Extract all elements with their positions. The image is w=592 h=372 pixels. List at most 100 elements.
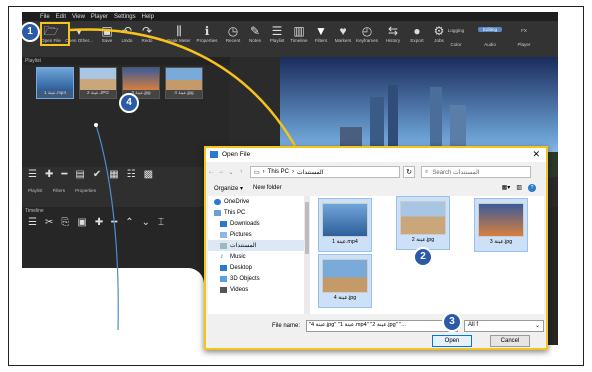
- search-input[interactable]: ⌕ Search المستندات: [421, 166, 531, 178]
- refresh-icon[interactable]: ↻: [403, 166, 415, 178]
- video-icon: [220, 286, 227, 293]
- mode-logging[interactable]: Logging: [444, 28, 468, 33]
- pc-icon: [214, 209, 221, 216]
- path-box[interactable]: ▭ › This PC › المستندات: [250, 166, 400, 178]
- tab-filters[interactable]: Filters: [53, 188, 66, 193]
- nav-music[interactable]: ♪ Music: [208, 251, 304, 262]
- mode-player[interactable]: Player: [512, 42, 536, 47]
- chevron-down-icon: ⌄: [534, 323, 540, 329]
- nav-videos[interactable]: Videos: [208, 284, 304, 295]
- chevron-down-icon[interactable]: ⌄: [226, 169, 236, 176]
- nav-downloads[interactable]: Downloads: [208, 218, 304, 229]
- menu-player[interactable]: Player: [91, 14, 108, 20]
- dialog-titlebar: Open File ✕: [206, 148, 546, 162]
- update-icon[interactable]: ▤: [75, 169, 84, 180]
- step-badge-3: 3: [442, 312, 462, 332]
- cut-icon[interactable]: ✂: [45, 217, 53, 228]
- remove-icon[interactable]: ━: [61, 169, 67, 180]
- image-thumbnail: [322, 259, 368, 293]
- playlist-title: Playlist: [22, 57, 230, 65]
- menu-icon[interactable]: ☰: [28, 169, 37, 180]
- app-icon: [210, 151, 218, 158]
- details-view-icon[interactable]: ▦: [109, 169, 118, 180]
- pictures-icon: [220, 231, 227, 238]
- file-type-select[interactable]: All f ⌄: [464, 320, 544, 332]
- remove-icon[interactable]: ━: [111, 217, 117, 228]
- organize-button[interactable]: Organize ▾: [214, 185, 243, 192]
- navigation-pane: OneDrive This PC Downloads Pictures المس…: [208, 196, 304, 314]
- menu-help[interactable]: Help: [142, 14, 154, 20]
- copy-icon[interactable]: ⎘: [61, 217, 69, 228]
- playlist-item[interactable]: 2 عينة.JPG: [79, 67, 117, 99]
- cube-icon: [220, 275, 227, 282]
- nav-pictures[interactable]: Pictures: [208, 229, 304, 240]
- clip-thumbnail: [80, 68, 116, 90]
- mode-fx[interactable]: FX: [512, 28, 536, 33]
- mode-editing[interactable]: Editing: [478, 27, 502, 32]
- preview-pane-icon[interactable]: ▥: [516, 184, 522, 192]
- file-name-input[interactable]: "4 عينة.jpg" "1 عينة.mp4" "2 عينة.jpg" "…: [306, 320, 458, 332]
- tab-properties[interactable]: Properties: [75, 188, 96, 193]
- view-options-icon[interactable]: ▦▾: [502, 184, 511, 192]
- nav-this-pc[interactable]: This PC: [208, 207, 304, 218]
- cancel-button[interactable]: Cancel: [490, 335, 530, 347]
- menu-icon[interactable]: ☰: [28, 217, 37, 228]
- nav-documents[interactable]: المستندات: [208, 240, 304, 251]
- open-file-highlight: [40, 22, 70, 46]
- peak-meter-icon: ⫼: [176, 24, 182, 38]
- peak-meter-button[interactable]: ⫼ Peak Meter: [164, 24, 194, 43]
- nav-onedrive[interactable]: OneDrive: [208, 196, 304, 207]
- command-bar: Organize ▾ New folder ▦▾ ▥ ?: [206, 182, 546, 194]
- paste-icon[interactable]: ▣: [77, 217, 86, 228]
- step-badge-1: 1: [20, 22, 40, 42]
- split-icon[interactable]: ⌶: [158, 217, 164, 228]
- download-icon: [220, 220, 227, 227]
- clip-thumbnail: [37, 68, 73, 90]
- list-view-icon[interactable]: ☷: [127, 169, 136, 180]
- cloud-icon: [214, 198, 221, 205]
- append-icon[interactable]: ✚: [95, 217, 103, 228]
- nav-desktop[interactable]: Desktop: [208, 262, 304, 273]
- forward-icon[interactable]: →: [216, 169, 226, 175]
- open-button[interactable]: Open: [432, 335, 472, 347]
- menu-settings[interactable]: Settings: [114, 14, 136, 20]
- file-item[interactable]: 4 عينة.jpg: [318, 254, 372, 308]
- menu-edit[interactable]: Edit: [56, 14, 66, 20]
- clip-thumbnail: [123, 68, 159, 90]
- check-icon[interactable]: ✔: [93, 169, 101, 180]
- menu-file[interactable]: File: [40, 14, 50, 20]
- playlist-item[interactable]: 1 عينة.mp4: [36, 67, 74, 99]
- lift-icon[interactable]: ⌃: [125, 217, 133, 228]
- menu-view[interactable]: View: [72, 14, 85, 20]
- path-documents[interactable]: المستندات: [297, 169, 323, 176]
- address-bar: ← → ⌄ ↑ ▭ › This PC › المستندات ↻ ⌕ Sear…: [206, 164, 546, 180]
- help-icon[interactable]: ?: [528, 184, 536, 192]
- add-icon[interactable]: ✚: [45, 169, 53, 180]
- nav-3d-objects[interactable]: 3D Objects: [208, 273, 304, 284]
- grid-view-icon[interactable]: ▩: [144, 169, 153, 180]
- playlist-item[interactable]: 4 عينة.jpg: [165, 67, 203, 99]
- file-item[interactable]: 2 عينة.jpg: [396, 196, 450, 250]
- open-file-dialog: Open File ✕ ← → ⌄ ↑ ▭ › This PC › المستن…: [204, 146, 548, 350]
- video-thumbnail: [322, 203, 368, 237]
- clip-thumbnail: [166, 68, 202, 90]
- mode-audio[interactable]: Audio: [478, 42, 502, 47]
- pc-icon: ▭: [254, 169, 260, 176]
- file-name-label: File name:: [272, 323, 301, 329]
- redo-button[interactable]: ↷ Redo: [132, 24, 162, 43]
- mode-color[interactable]: Color: [444, 42, 468, 47]
- up-icon[interactable]: ↑: [236, 169, 246, 175]
- image-thumbnail: [478, 203, 524, 237]
- layout-modes: Logging Editing FX Color Audio Player: [444, 24, 552, 54]
- scrollbar-thumb[interactable]: [305, 202, 309, 254]
- step-badge-4: 4: [119, 93, 139, 113]
- new-folder-button[interactable]: New folder: [253, 185, 282, 191]
- file-item[interactable]: 1 عينة.mp4: [318, 198, 372, 252]
- file-item[interactable]: 3 عينة.jpg: [474, 198, 528, 252]
- close-icon[interactable]: ✕: [532, 149, 540, 160]
- path-this-pc[interactable]: This PC: [268, 169, 289, 175]
- overwrite-icon[interactable]: ⌄: [142, 217, 150, 228]
- back-icon[interactable]: ←: [206, 169, 216, 175]
- tab-playlist[interactable]: Playlist: [28, 188, 43, 193]
- step-badge-2: 2: [413, 247, 433, 267]
